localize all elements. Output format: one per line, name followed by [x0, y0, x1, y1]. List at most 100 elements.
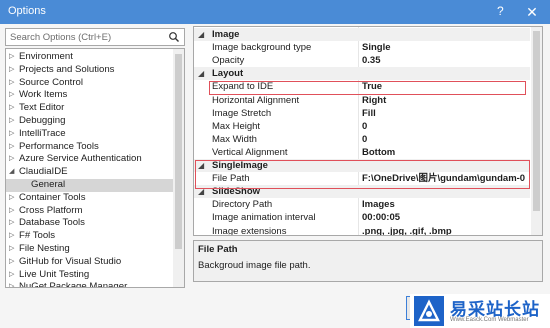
description-pane: File Path Backgroud image file path.	[193, 240, 543, 282]
tree-item[interactable]: ▷ IntelliTrace	[6, 128, 174, 141]
property-row[interactable]: Max Width 0	[194, 133, 530, 146]
collapsed-arrow-icon[interactable]: ▷	[9, 141, 17, 154]
collapsed-arrow-icon[interactable]: ▷	[9, 89, 17, 102]
collapsed-arrow-icon[interactable]: ▷	[9, 77, 17, 90]
property-row[interactable]: Image extensions .png, .jpg, .gif, .bmp	[194, 225, 530, 236]
property-value[interactable]: 0	[362, 133, 367, 146]
category-row[interactable]: ◢ Image	[194, 28, 530, 41]
property-name: Max Height	[212, 120, 261, 132]
property-value[interactable]: Fill	[362, 107, 376, 120]
tree-item-label: Environment	[19, 51, 73, 62]
tree-item-label: Performance Tools	[19, 140, 99, 152]
collapsed-arrow-icon[interactable]: ▷	[9, 128, 17, 141]
tree-item-label: Live Unit Testing	[19, 268, 90, 280]
property-row[interactable]: Image animation interval 00:00:05	[194, 211, 530, 224]
tree-item[interactable]: ◢ ClaudiaIDE	[6, 166, 174, 179]
tree-item[interactable]: ▷ Database Tools	[6, 217, 174, 230]
collapsed-arrow-icon[interactable]: ▷	[9, 217, 17, 230]
collapsed-arrow-icon[interactable]: ▷	[9, 243, 17, 256]
tree-item[interactable]: ▷ Live Unit Testing	[6, 269, 174, 282]
property-value[interactable]: 0.35	[362, 54, 381, 67]
title-bar: Options ? ✕	[0, 0, 550, 24]
collapsed-arrow-icon[interactable]: ▷	[9, 64, 17, 77]
collapsed-arrow-icon[interactable]: ▷	[9, 230, 17, 243]
collapsed-arrow-icon[interactable]: ▷	[9, 281, 17, 287]
tree-item[interactable]: ▷ Cross Platform	[6, 205, 174, 218]
tree-item-label: GitHub for Visual Studio	[19, 255, 122, 267]
property-row[interactable]: Max Height 0	[194, 120, 530, 133]
grid-scrollbar[interactable]	[531, 27, 542, 235]
property-row[interactable]: Directory Path Images	[194, 198, 530, 211]
tree-item[interactable]: ▷ F# Tools	[6, 230, 174, 243]
property-value[interactable]: 0	[362, 120, 367, 133]
property-grid[interactable]: ◢ Image Image background type Single Opacity…	[193, 26, 543, 236]
property-value[interactable]: 00:00:05	[362, 211, 400, 224]
property-name: Vertical Alignment	[212, 146, 288, 158]
property-row[interactable]: Opacity 0.35	[194, 54, 530, 67]
expanded-arrow-icon[interactable]: ◢	[9, 166, 17, 179]
close-button[interactable]: ✕	[520, 2, 544, 22]
collapse-arrow-icon[interactable]: ◢	[198, 28, 204, 41]
tree-item[interactable]: ▷ GitHub for Visual Studio	[6, 256, 174, 269]
property-value[interactable]: Right	[362, 94, 386, 107]
highlight-expand-to-ide	[209, 81, 526, 95]
collapsed-arrow-icon[interactable]: ▷	[9, 192, 17, 205]
property-value[interactable]: Bottom	[362, 146, 395, 159]
collapse-arrow-icon[interactable]: ◢	[198, 67, 204, 80]
watermark: 易采站长站 Www.Easck.Com Webmaster	[410, 294, 550, 328]
tree-item[interactable]: ▷ Debugging	[6, 115, 174, 128]
tree-item-label: General	[31, 179, 66, 190]
tree-item[interactable]: ▷ Work Items	[6, 89, 174, 102]
tree-item[interactable]: General	[6, 179, 174, 192]
property-row[interactable]: Image background type Single	[194, 41, 530, 54]
tree-scrollbar[interactable]	[173, 49, 184, 287]
tree-item-label: NuGet Package Manager	[19, 281, 128, 288]
property-name: Image background type	[212, 42, 312, 54]
property-name: Horizontal Alignment	[212, 94, 300, 106]
tree-item[interactable]: ▷ Source Control	[6, 77, 174, 90]
help-button[interactable]: ?	[497, 4, 504, 18]
property-name: Opacity	[212, 55, 245, 67]
search-input[interactable]: Search Options (Ctrl+E)	[5, 28, 185, 46]
property-row[interactable]: Image Stretch Fill	[194, 107, 530, 120]
tree-item-label: Database Tools	[19, 217, 85, 229]
tree-item[interactable]: ▷ Environment	[6, 51, 174, 64]
search-placeholder: Search Options (Ctrl+E)	[10, 32, 112, 43]
tree-item-label: Cross Platform	[19, 204, 83, 216]
property-name: Image animation interval	[212, 212, 316, 224]
category-row[interactable]: ◢ Layout	[194, 67, 530, 81]
options-navigation: Search Options (Ctrl+E) ▷ Environment ▷ Pro…	[5, 26, 185, 290]
collapsed-arrow-icon[interactable]: ▷	[9, 153, 17, 166]
search-icon[interactable]	[168, 31, 180, 43]
tree-item[interactable]: ▷ File Nesting	[6, 243, 174, 256]
options-tree[interactable]: ▷ Environment ▷ Projects and Solutions ▷ Sour…	[5, 48, 185, 288]
collapsed-arrow-icon[interactable]: ▷	[9, 269, 17, 282]
property-value[interactable]: Single	[362, 41, 391, 54]
tree-item[interactable]: ▷ NuGet Package Manager	[6, 281, 174, 288]
property-value[interactable]: Images	[362, 198, 395, 211]
properties-panel: ◢ Image Image background type Single Opacity…	[193, 26, 543, 282]
watermark-logo	[414, 296, 444, 326]
grid-scrollbar-thumb[interactable]	[533, 31, 540, 211]
property-name: Image Stretch	[212, 107, 272, 119]
property-name: Max Width	[212, 133, 257, 145]
category-label: Layout	[212, 68, 244, 80]
watermark-subtext: Www.Easck.Com Webmaster	[450, 317, 529, 323]
property-row[interactable]: Horizontal Alignment Right	[194, 94, 530, 107]
collapsed-arrow-icon[interactable]: ▷	[9, 205, 17, 218]
collapsed-arrow-icon[interactable]: ▷	[9, 256, 17, 269]
collapsed-arrow-icon[interactable]: ▷	[9, 51, 17, 64]
collapsed-arrow-icon[interactable]: ▷	[9, 102, 17, 115]
tree-item[interactable]: ▷ Text Editor	[6, 102, 174, 115]
property-value[interactable]: .png, .jpg, .gif, .bmp	[362, 225, 452, 236]
category-label: Image	[212, 29, 240, 40]
tree-scrollbar-thumb[interactable]	[175, 54, 182, 249]
property-name: Directory Path	[212, 199, 273, 211]
tree-item[interactable]: ▷ Projects and Solutions	[6, 64, 174, 77]
tree-item[interactable]: ▷ Azure Service Authentication	[6, 153, 174, 166]
tree-item[interactable]: ▷ Container Tools	[6, 192, 174, 205]
property-row[interactable]: Vertical Alignment Bottom	[194, 146, 530, 159]
collapsed-arrow-icon[interactable]: ▷	[9, 115, 17, 128]
tree-item-label: Projects and Solutions	[19, 63, 115, 75]
tree-item[interactable]: ▷ Performance Tools	[6, 141, 174, 154]
